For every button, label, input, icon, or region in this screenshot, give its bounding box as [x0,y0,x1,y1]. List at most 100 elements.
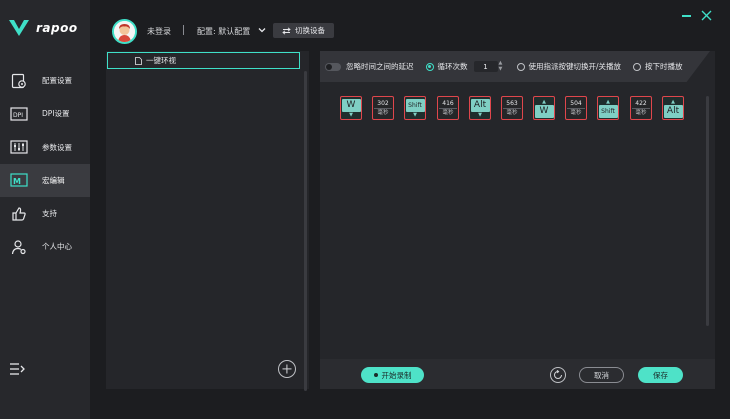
key-event[interactable]: Alt ▼ [469,96,491,120]
hold-play-label: 按下时播放 [645,62,683,71]
sidebar-item-label: 个人中心 [42,242,72,252]
swap-arrows-icon [282,26,291,35]
sliders-icon [10,138,28,156]
delay-event[interactable]: 563 毫秒 [501,96,523,120]
ignore-delay-label: 忽略时间之间的延迟 [346,62,414,71]
delay-event[interactable]: 422 毫秒 [630,96,652,120]
user-avatar-icon [114,21,135,42]
start-record-label: 开始录制 [381,370,412,380]
record-dot-icon [373,373,378,377]
key-label: W [341,98,361,112]
delay-value: 302 [377,100,389,107]
macro-list-panel: 一键环视 [106,51,309,391]
key-event[interactable]: W ▼ [340,96,362,120]
delay-unit: 毫秒 [567,108,585,117]
sidebar-item-dpi[interactable]: DPI DPI设置 [0,97,90,130]
sidebar-item-config[interactable]: 配置设置 [0,64,90,97]
rapoo-logo-icon [9,20,29,36]
switch-device-button[interactable]: 切换设备 [273,23,334,38]
cancel-button[interactable]: 取消 [579,367,624,383]
delay-event[interactable]: 504 毫秒 [565,96,587,120]
delay-value: 563 [506,100,518,107]
thumbs-up-icon [10,205,28,223]
key-event[interactable]: Shift ▼ [404,96,426,120]
switch-device-label: 切换设备 [295,26,325,35]
top-bar: 未登录 配置: 默认配置 切换设备 [90,0,730,50]
sidebar-item-account[interactable]: 个人中心 [0,230,90,263]
delay-unit: 毫秒 [374,108,392,117]
logo: rapoo [8,18,78,38]
hold-play-radio[interactable] [633,62,642,71]
user-gear-icon [10,238,28,256]
key-label: W [534,104,554,118]
scrollbar[interactable] [706,96,709,326]
macro-event-list: W ▼ 302 毫秒 Shift ▼ 416 毫秒 Alt ▼ 563 毫秒 ▲… [340,96,705,120]
sidebar-item-label: DPI设置 [42,109,70,119]
key-event[interactable]: ▲ Shift [597,96,619,120]
sidebar-item-params[interactable]: 参数设置 [0,131,90,164]
sidebar: rapoo 配置设置 DPI DPI设置 参数设置 M 宏编辑 支持 个人中心 [0,0,90,419]
ignore-delay-toggle[interactable] [325,62,341,71]
refresh-icon [554,370,562,379]
delay-value: 504 [570,100,582,107]
delay-unit: 毫秒 [503,108,521,117]
profile-selector[interactable]: 配置: 默认配置 [197,26,250,37]
sidebar-item-label: 配置设置 [42,76,72,85]
key-down-arrow-icon: ▼ [478,111,482,118]
macro-icon: M [10,171,28,189]
loop-count-input[interactable]: 1 [473,61,498,72]
config-gear-icon [10,72,28,90]
sidebar-item-macro[interactable]: M 宏编辑 [0,163,90,197]
macro-list-item[interactable]: 一键环视 [107,52,300,69]
key-label: Shift [598,104,618,118]
editor-footer: 开始录制 取消 保存 [320,359,715,389]
add-macro-button[interactable] [278,360,296,378]
delay-value: 416 [442,100,454,107]
delay-unit: 毫秒 [439,108,457,117]
stepper-down-icon[interactable]: ▼ [499,67,505,72]
app-window: rapoo 配置设置 DPI DPI设置 参数设置 M 宏编辑 支持 个人中心 … [0,0,730,419]
minimize-button[interactable] [682,15,691,17]
sidebar-nav: 配置设置 DPI DPI设置 参数设置 M 宏编辑 支持 个人中心 [0,64,90,264]
menu-expand-icon[interactable] [9,362,25,376]
svg-text:DPI: DPI [13,112,23,119]
avatar[interactable] [112,19,137,44]
file-icon [135,56,142,65]
key-up-arrow-icon: ▲ [606,98,610,105]
sidebar-item-label: 支持 [42,209,57,219]
delay-event[interactable]: 416 毫秒 [437,96,459,120]
start-record-button[interactable]: 开始录制 [361,367,424,383]
login-status[interactable]: 未登录 [147,26,171,37]
logo-text: rapoo [36,21,78,35]
delay-event[interactable]: 302 毫秒 [372,96,394,120]
sidebar-item-label: 宏编辑 [42,175,65,185]
key-down-arrow-icon: ▼ [413,111,417,118]
loop-label: 循环次数 [437,62,468,71]
loop-radio[interactable] [425,62,434,71]
close-icon[interactable] [701,10,712,21]
key-up-arrow-icon: ▲ [542,98,546,105]
save-button[interactable]: 保存 [638,367,683,383]
key-label: Alt [470,98,490,112]
svg-text:M: M [13,177,21,186]
key-down-arrow-icon: ▼ [349,111,353,118]
key-label: Shift [405,98,425,112]
delay-unit: 毫秒 [632,108,650,117]
sidebar-item-label: 参数设置 [42,142,72,152]
toggle-play-radio[interactable] [516,62,525,71]
chevron-down-icon[interactable] [258,26,266,34]
reset-button[interactable] [550,367,566,383]
loop-count-stepper[interactable]: ▲ ▼ [499,61,505,72]
toggle-play-label: 使用指派按键切换开/关播放 [528,62,622,71]
playback-options-bar: 忽略时间之间的延迟 循环次数 1 ▲ ▼ 使用指派按键切换开/关播放 按下时播放 [320,51,710,82]
dpi-icon: DPI [10,105,28,123]
macro-editor-panel: 忽略时间之间的延迟 循环次数 1 ▲ ▼ 使用指派按键切换开/关播放 按下时播放 … [320,51,715,389]
delay-value: 422 [635,100,647,107]
key-label: Alt [663,104,683,118]
scrollbar[interactable] [304,71,307,391]
sidebar-item-support[interactable]: 支持 [0,197,90,230]
key-event[interactable]: ▲ Alt [662,96,684,120]
header-divider [183,25,184,35]
macro-name: 一键环视 [146,56,176,65]
key-event[interactable]: ▲ W [533,96,555,120]
